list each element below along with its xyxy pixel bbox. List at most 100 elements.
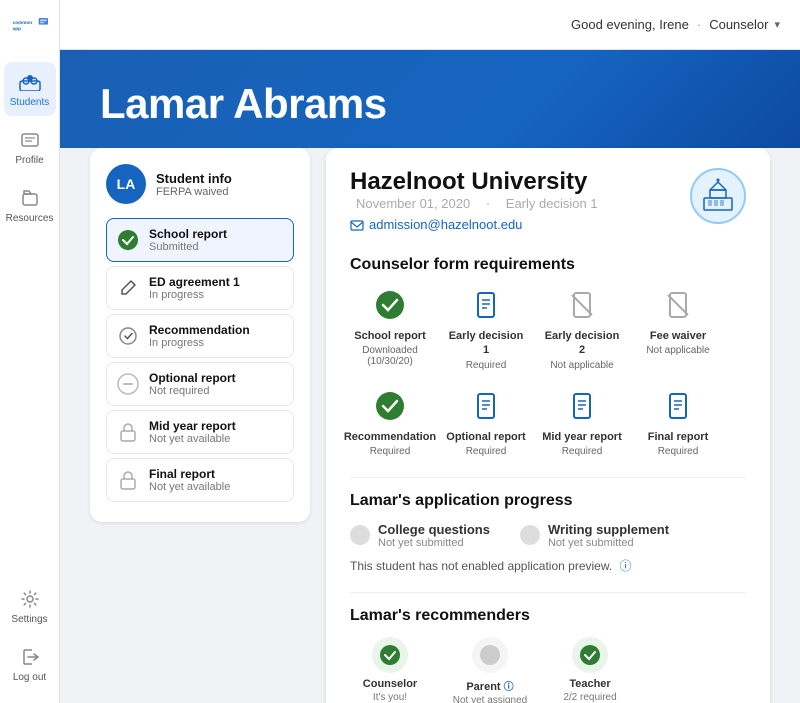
students-label: Students [10,97,49,108]
req-mid-label: Mid year report [542,430,621,444]
edit-icon [117,277,139,299]
requirements-grid: School report Downloaded (10/30/20) Earl… [350,286,746,457]
student-info-text: Student info FERPA waived [156,171,232,198]
school-report-title: School report [149,227,227,241]
profile-icon [18,128,42,152]
settings-icon [18,587,42,611]
logo: common app [10,12,50,42]
left-card: LA Student info FERPA waived School repo… [90,148,310,522]
req-final-label: Final report [648,430,709,444]
req-ed2-sub: Not applicable [550,360,613,371]
progress-college-questions: College questions Not yet submitted [350,522,490,549]
req-ed1-label: Early decision 1 [446,329,526,358]
content-area: Lamar Abrams LA Student info FERPA waive… [60,50,800,703]
progress-circle-2 [520,525,540,545]
ed-agreement-sub: In progress [149,289,240,301]
mid-year-sub: Not yet available [149,433,236,445]
req-mid-year: Mid year report Required [542,387,622,457]
preview-note: This student has not enabled application… [350,557,746,574]
rec-counselor-sub: It's you! [373,692,407,703]
checklist-item-final-report[interactable]: Final report Not yet available [106,458,294,502]
rec-parent-sub: Not yet assigned [453,695,528,703]
progress-items: College questions Not yet submitted Writ… [350,522,746,549]
profile-label: Profile [15,155,43,166]
lock-icon [117,421,139,443]
chevron-down-icon: ▾ [774,18,780,31]
rec-counselor-label: Counselor [363,678,417,690]
user-menu[interactable]: Good evening, Irene · Counselor ▾ [571,17,780,32]
topbar: Good evening, Irene · Counselor ▾ [60,0,800,50]
sidebar-item-students[interactable]: Students [4,62,56,116]
sidebar-item-settings[interactable]: Settings [4,579,56,633]
checklist-item-optional-report[interactable]: Optional report Not required [106,362,294,406]
recommendation-sub: In progress [149,337,250,349]
rec-parent-label: Parent ⓘ [466,678,513,693]
rec-teacher-label: Teacher [569,678,610,690]
check-green-icon [117,229,139,251]
app-progress-section: Lamar's application progress College que… [350,492,746,574]
sidebar-item-profile[interactable]: Profile [4,120,56,174]
separator: · [697,17,701,32]
university-email[interactable]: admission@hazelnoot.edu [350,217,604,232]
checklist-item-ed-agreement[interactable]: ED agreement 1 In progress [106,266,294,310]
req-ed1-sub: Required [466,360,507,371]
cards-row: LA Student info FERPA waived School repo… [90,148,770,703]
cards-area: LA Student info FERPA waived School repo… [60,148,800,703]
rec-teacher: Teacher 2/2 required 1/2 optional [550,637,630,703]
final-report-sub: Not yet available [149,481,230,493]
req-early-decision-1: Early decision 1 Required [446,286,526,371]
student-name: Lamar Abrams [100,80,760,128]
preview-info-icon[interactable]: ⓘ [620,559,632,573]
req-school-report: School report Downloaded (10/30/20) [350,286,430,371]
main-area: Good evening, Irene · Counselor ▾ Lamar … [60,0,800,703]
req-fee-label: Fee waiver [650,329,706,343]
req-optional-report: Optional report Required [446,387,526,457]
sidebar-bottom: Settings Log out [4,579,56,703]
student-info-header: LA Student info FERPA waived [106,164,294,204]
rec-parent: Parent ⓘ Not yet assigned [450,637,530,703]
recommendation-edit-icon [117,325,139,347]
settings-label: Settings [11,614,47,625]
rec-parent-icon [472,637,508,673]
checklist-item-recommendation[interactable]: Recommendation In progress [106,314,294,358]
rec-teacher-sub: 2/2 required 1/2 optional [563,692,616,703]
right-card: Hazelnoot University November 01, 2020 ·… [326,148,770,703]
mid-year-title: Mid year report [149,419,236,433]
role-text: Counselor [709,17,768,32]
university-icon [690,168,746,224]
app-progress-title: Lamar's application progress [350,492,746,510]
req-final-sub: Required [658,446,699,457]
svg-text:common: common [12,20,32,25]
resources-icon [18,186,42,210]
avatar: LA [106,164,146,204]
req-rec-label: Recommendation [344,430,436,444]
optional-dash-icon [117,373,139,395]
resources-label: Resources [6,213,54,224]
logout-label: Log out [13,672,46,683]
req-rec-sub: Required [370,446,411,457]
req-school-label: School report [354,329,426,343]
final-lock-icon [117,469,139,491]
counselor-form-title: Counselor form requirements [350,256,746,274]
svg-text:app: app [12,26,20,31]
college-questions-label: College questions [378,522,490,537]
progress-writing-supplement: Writing supplement Not yet submitted [520,522,669,549]
progress-circle-1 [350,525,370,545]
rec-teacher-icon [572,637,608,673]
writing-supplement-sub: Not yet submitted [548,537,669,549]
sidebar-item-resources[interactable]: Resources [4,178,56,232]
optional-report-sub: Not required [149,385,236,397]
student-info-label: Student info [156,171,232,186]
university-info: Hazelnoot University November 01, 2020 ·… [350,168,604,248]
req-final-report: Final report Required [638,387,718,457]
req-opt-label: Optional report [446,430,525,444]
final-report-title: Final report [149,467,230,481]
parent-info-icon[interactable]: ⓘ [504,682,514,693]
req-fee-waiver: Fee waiver Not applicable [638,286,718,371]
sidebar-item-logout[interactable]: Log out [4,637,56,691]
checklist-item-school-report[interactable]: School report Submitted [106,218,294,262]
req-ed2-label: Early decision 2 [542,329,622,358]
school-report-sub: Submitted [149,241,227,253]
optional-report-title: Optional report [149,371,236,385]
checklist-item-mid-year[interactable]: Mid year report Not yet available [106,410,294,454]
